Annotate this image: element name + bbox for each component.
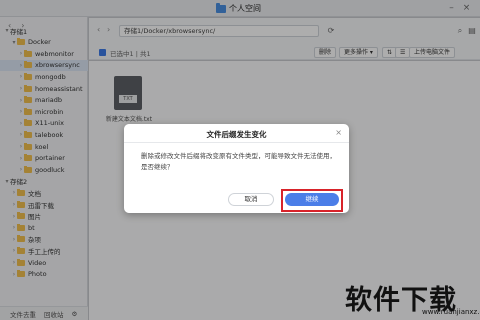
dialog-message: 删除或修改文件后缀将改变原有文件类型，可能导致文件无法使用，是否继续？ bbox=[141, 152, 336, 171]
dialog-divider bbox=[124, 142, 349, 143]
close-icon[interactable]: × bbox=[335, 128, 342, 137]
highlight-box bbox=[281, 189, 343, 212]
cancel-button[interactable]: 取消 bbox=[228, 193, 274, 206]
dialog-title: 文件后缀发生变化 bbox=[206, 130, 267, 139]
watermark-url: www.ruanjianxz.com bbox=[422, 308, 480, 316]
